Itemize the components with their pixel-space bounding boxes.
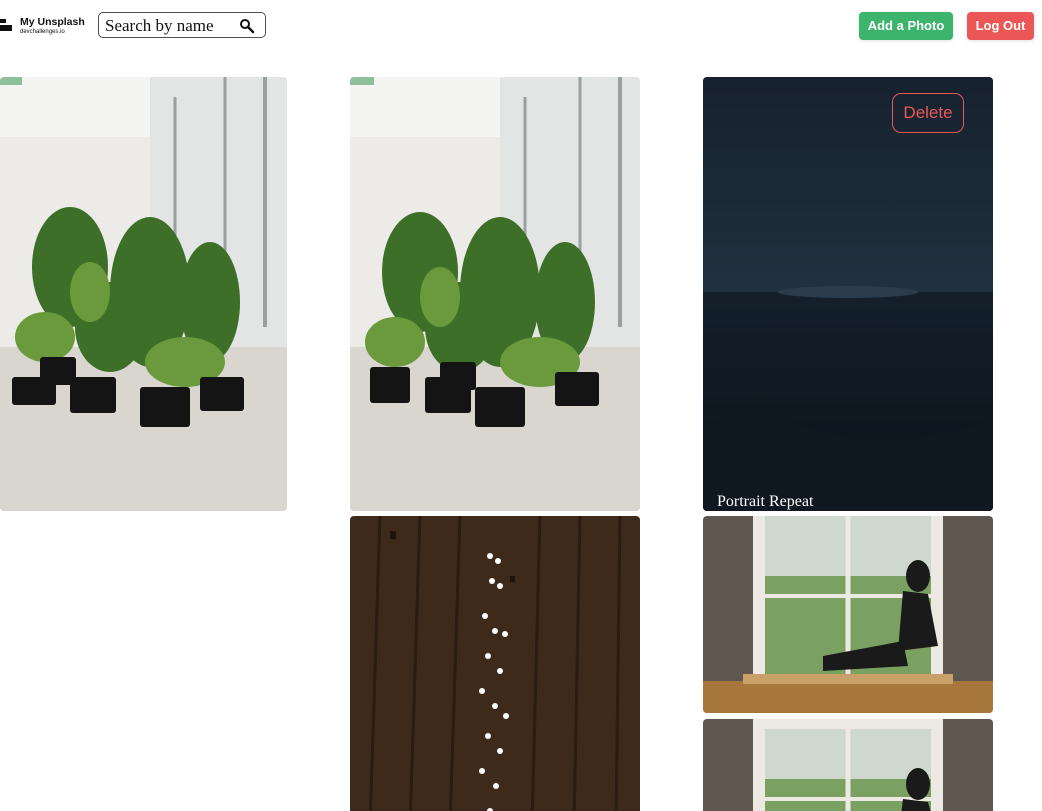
page: My Unsplash devchallenges.io Add a Photo… [0, 0, 1042, 811]
delete-button[interactable]: Delete [892, 93, 964, 133]
aerial-field-photo [350, 516, 640, 811]
photo-tile-sea[interactable]: Delete Portrait Repeat [703, 77, 993, 511]
logo-subtitle: devchallenges.io [20, 29, 65, 35]
photo-tile-plants-2[interactable] [350, 77, 640, 511]
photo-tile-window-2[interactable] [703, 719, 993, 811]
photo-tile-plants[interactable] [0, 77, 287, 511]
window-photo-2 [703, 719, 993, 811]
photo-tile-window[interactable] [703, 516, 993, 713]
plants-photo [0, 77, 287, 511]
hover-overlay [703, 77, 993, 511]
plants-photo-2 [350, 77, 640, 511]
logo-icon: My Unsplash devchallenges.io [0, 16, 85, 35]
window-photo [703, 516, 993, 713]
photo-tile-aerial-field[interactable] [350, 516, 640, 811]
add-photo-button[interactable]: Add a Photo [859, 12, 953, 40]
logout-button[interactable]: Log Out [967, 12, 1034, 40]
photo-caption: Portrait Repeat [717, 493, 814, 510]
search-icon[interactable] [239, 18, 255, 34]
logo-title: My Unsplash [20, 16, 85, 28]
logo[interactable]: My Unsplash devchallenges.io [0, 12, 90, 38]
search-box[interactable] [98, 12, 266, 38]
search-input[interactable] [105, 15, 237, 37]
